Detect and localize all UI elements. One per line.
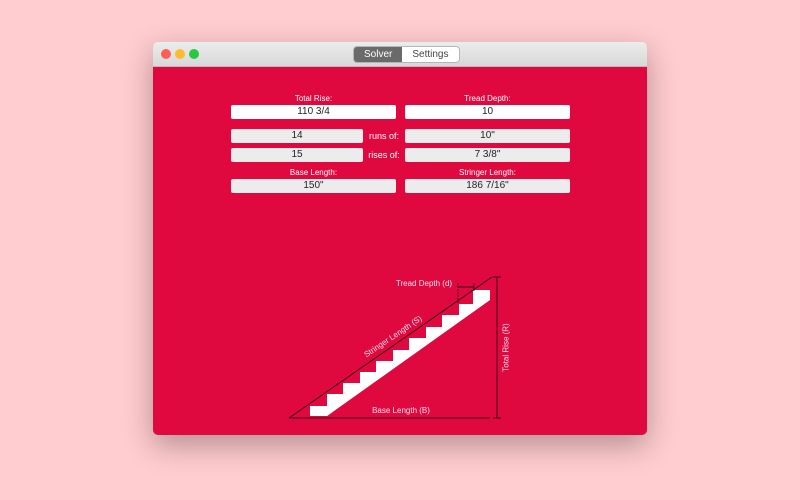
minimize-button[interactable] bbox=[175, 49, 185, 59]
total-rise-caption: Total Rise (R) bbox=[501, 323, 511, 372]
stringer-line bbox=[288, 276, 493, 419]
stair-diagram bbox=[288, 276, 501, 419]
tab-settings[interactable]: Settings bbox=[402, 47, 459, 62]
base-length-caption: Base Length (B) bbox=[372, 406, 430, 415]
zoom-button[interactable] bbox=[189, 49, 199, 59]
solver-panel: Total Rise: 110 3/4 Tread Depth: 10 14 r… bbox=[153, 67, 647, 435]
title-bar: Solver Settings bbox=[153, 42, 647, 67]
app-window: Solver Settings Total Rise: 110 3/4 Trea… bbox=[153, 42, 647, 435]
tread-depth-caption: Tread Depth (d) bbox=[395, 279, 453, 288]
tab-solver[interactable]: Solver bbox=[354, 47, 403, 62]
close-button[interactable] bbox=[161, 49, 171, 59]
tab-control: Solver Settings bbox=[353, 46, 460, 63]
